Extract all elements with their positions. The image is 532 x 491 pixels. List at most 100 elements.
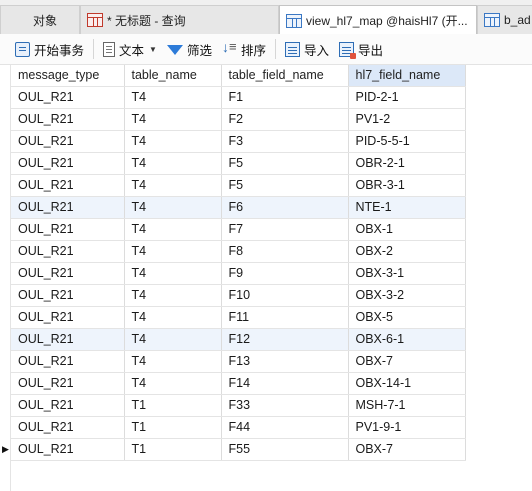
table-cell-table-name[interactable]: T1 [124, 416, 222, 439]
table-cell-message-type[interactable]: OUL_R21 [11, 284, 125, 307]
table-cell-message-type[interactable]: OUL_R21 [11, 262, 125, 285]
table-cell-table-field-name[interactable]: F9 [221, 262, 349, 285]
table-row[interactable]: OUL_R21 T4 F8 OBX-2 [11, 240, 466, 263]
tab-untitled-query[interactable]: * 无标题 - 查询 [80, 5, 279, 34]
table-cell-table-name[interactable]: T4 [124, 284, 222, 307]
table-cell-message-type[interactable]: OUL_R21 [11, 218, 125, 241]
table-cell-table-field-name[interactable]: F11 [221, 306, 349, 329]
table-cell-table-field-name[interactable]: F6 [221, 196, 349, 219]
table-row[interactable]: OUL_R21 T4 F13 OBX-7 [11, 350, 466, 373]
table-row[interactable]: OUL_R21 T4 F7 OBX-1 [11, 218, 466, 241]
table-cell-table-name[interactable]: T4 [124, 174, 222, 197]
table-cell-hl7-field-name[interactable]: PV1-2 [348, 108, 466, 131]
column-header-message-type[interactable]: message_type [11, 65, 125, 87]
table-cell-table-name[interactable]: T1 [124, 394, 222, 417]
chevron-down-icon[interactable]: ▼ [149, 45, 157, 54]
table-cell-message-type[interactable]: OUL_R21 [11, 416, 125, 439]
table-cell-message-type[interactable]: OUL_R21 [11, 86, 125, 109]
filter-button[interactable]: 筛选 [162, 37, 217, 61]
table-cell-table-field-name[interactable]: F7 [221, 218, 349, 241]
table-row[interactable]: OUL_R21 T1 F44 PV1-9-1 [11, 416, 466, 439]
column-header-table-field-name[interactable]: table_field_name [221, 65, 349, 87]
table-cell-table-field-name[interactable]: F2 [221, 108, 349, 131]
import-button[interactable]: 导入 [280, 37, 334, 61]
table-row[interactable]: OUL_R21 T4 F10 OBX-3-2 [11, 284, 466, 307]
table-cell-table-name[interactable]: T4 [124, 240, 222, 263]
table-cell-table-name[interactable]: T4 [124, 152, 222, 175]
table-cell-message-type[interactable]: OUL_R21 [11, 174, 125, 197]
text-view-button[interactable]: 文本 ▼ [98, 37, 162, 61]
table-cell-hl7-field-name[interactable]: OBR-3-1 [348, 174, 466, 197]
column-header-table-name[interactable]: table_name [124, 65, 222, 87]
table-cell-table-name[interactable]: T1 [124, 438, 222, 461]
table-cell-hl7-field-name[interactable]: OBX-6-1 [348, 328, 466, 351]
table-cell-message-type[interactable]: OUL_R21 [11, 372, 125, 395]
table-cell-table-field-name[interactable]: F14 [221, 372, 349, 395]
table-cell-hl7-field-name[interactable]: NTE-1 [348, 196, 466, 219]
table-row[interactable]: OUL_R21 T4 F3 PID-5-5-1 [11, 130, 466, 153]
table-cell-hl7-field-name[interactable]: PV1-9-1 [348, 416, 466, 439]
table-cell-hl7-field-name[interactable]: OBX-1 [348, 218, 466, 241]
table-cell-table-field-name[interactable]: F33 [221, 394, 349, 417]
table-cell-table-name[interactable]: T4 [124, 108, 222, 131]
table-cell-table-field-name[interactable]: F8 [221, 240, 349, 263]
table-row[interactable]: OUL_R21 T4 F12 OBX-6-1 [11, 328, 466, 351]
table-cell-table-name[interactable]: T4 [124, 86, 222, 109]
table-cell-hl7-field-name[interactable]: PID-2-1 [348, 86, 466, 109]
table-row[interactable]: OUL_R21 T4 F1 PID-2-1 [11, 86, 466, 109]
table-row[interactable]: OUL_R21 T4 F2 PV1-2 [11, 108, 466, 131]
table-row[interactable]: OUL_R21 T4 F5 OBR-2-1 [11, 152, 466, 175]
table-cell-table-field-name[interactable]: F5 [221, 174, 349, 197]
table-cell-message-type[interactable]: OUL_R21 [11, 306, 125, 329]
table-row[interactable]: OUL_R21 T4 F6 NTE-1 [11, 196, 466, 219]
column-header-hl7-field-name[interactable]: hl7_field_name [348, 65, 466, 87]
table-cell-table-name[interactable]: T4 [124, 350, 222, 373]
table-cell-hl7-field-name[interactable]: OBX-3-2 [348, 284, 466, 307]
table-cell-table-field-name[interactable]: F13 [221, 350, 349, 373]
table-row[interactable]: OUL_R21 T4 F11 OBX-5 [11, 306, 466, 329]
begin-transaction-button[interactable]: 开始事务 [10, 37, 89, 61]
table-cell-table-field-name[interactable]: F5 [221, 152, 349, 175]
table-cell-table-field-name[interactable]: F55 [221, 438, 349, 461]
export-button[interactable]: 导出 [334, 37, 388, 61]
table-cell-message-type[interactable]: OUL_R21 [11, 394, 125, 417]
table-cell-table-field-name[interactable]: F12 [221, 328, 349, 351]
table-row[interactable]: OUL_R21 T1 F55 OBX-7 [11, 438, 466, 461]
table-cell-hl7-field-name[interactable]: OBX-7 [348, 350, 466, 373]
table-cell-hl7-field-name[interactable]: OBX-2 [348, 240, 466, 263]
table-cell-message-type[interactable]: OUL_R21 [11, 328, 125, 351]
sort-button[interactable]: 排序 [217, 37, 271, 61]
table-cell-hl7-field-name[interactable]: OBX-3-1 [348, 262, 466, 285]
table-cell-hl7-field-name[interactable]: MSH-7-1 [348, 394, 466, 417]
table-cell-hl7-field-name[interactable]: OBX-5 [348, 306, 466, 329]
table-cell-message-type[interactable]: OUL_R21 [11, 196, 125, 219]
table-cell-table-field-name[interactable]: F44 [221, 416, 349, 439]
tab-b-ad[interactable]: b_ad [477, 5, 532, 34]
table-cell-hl7-field-name[interactable]: OBX-7 [348, 438, 466, 461]
table-cell-table-name[interactable]: T4 [124, 130, 222, 153]
table-cell-message-type[interactable]: OUL_R21 [11, 108, 125, 131]
table-cell-table-name[interactable]: T4 [124, 218, 222, 241]
table-cell-message-type[interactable]: OUL_R21 [11, 438, 125, 461]
table-cell-table-name[interactable]: T4 [124, 372, 222, 395]
table-cell-hl7-field-name[interactable]: PID-5-5-1 [348, 130, 466, 153]
table-row[interactable]: OUL_R21 T4 F5 OBR-3-1 [11, 174, 466, 197]
table-cell-table-name[interactable]: T4 [124, 196, 222, 219]
table-cell-message-type[interactable]: OUL_R21 [11, 240, 125, 263]
table-cell-table-name[interactable]: T4 [124, 328, 222, 351]
table-row[interactable]: OUL_R21 T1 F33 MSH-7-1 [11, 394, 466, 417]
table-cell-message-type[interactable]: OUL_R21 [11, 130, 125, 153]
table-row[interactable]: OUL_R21 T4 F9 OBX-3-1 [11, 262, 466, 285]
tab-objects[interactable]: 对象 [0, 5, 80, 34]
table-row[interactable]: OUL_R21 T4 F14 OBX-14-1 [11, 372, 466, 395]
table-cell-hl7-field-name[interactable]: OBX-14-1 [348, 372, 466, 395]
table-cell-table-name[interactable]: T4 [124, 262, 222, 285]
table-cell-hl7-field-name[interactable]: OBR-2-1 [348, 152, 466, 175]
table-cell-table-field-name[interactable]: F3 [221, 130, 349, 153]
tab-view-hl7-map[interactable]: view_hl7_map @haisHl7 (开... [279, 5, 477, 35]
table-cell-message-type[interactable]: OUL_R21 [11, 350, 125, 373]
table-cell-table-name[interactable]: T4 [124, 306, 222, 329]
table-cell-table-field-name[interactable]: F1 [221, 86, 349, 109]
table-cell-table-field-name[interactable]: F10 [221, 284, 349, 307]
table-cell-message-type[interactable]: OUL_R21 [11, 152, 125, 175]
